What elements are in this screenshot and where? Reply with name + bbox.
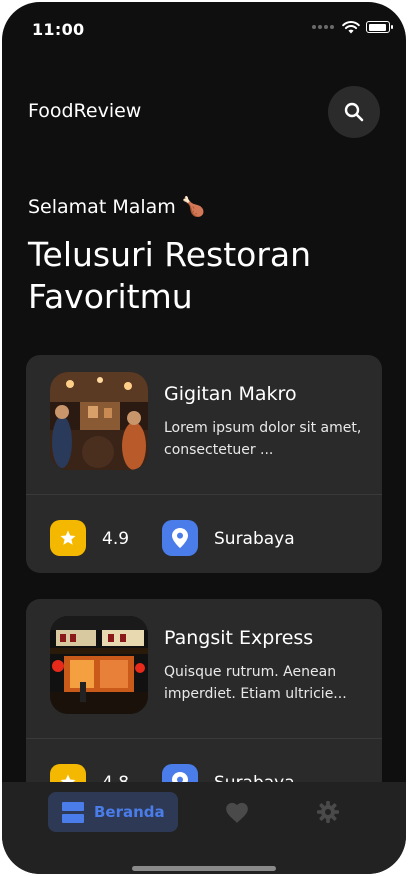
drumstick-icon: 🍗 [181,196,206,218]
nav-favorites-tab[interactable] [224,800,250,828]
search-icon [344,102,364,122]
card-divider [26,494,382,495]
restaurant-image [50,372,148,470]
restaurant-card[interactable]: Gigitan Makro Lorem ipsum dolor sit amet… [26,355,382,573]
heart-icon [226,802,248,823]
phone-screen: 11:00 FoodReview Selamat Malam 🍗 Telusuri… [2,2,406,874]
wifi-icon [342,21,360,34]
restaurant-name: Gigitan Makro [164,383,297,405]
page-headline: Telusuri Restoran Favoritmu [28,235,312,316]
restaurant-city: Surabaya [214,529,295,549]
nav-settings-tab[interactable] [316,800,340,828]
star-icon [60,530,76,545]
greeting: Selamat Malam 🍗 [28,195,205,218]
search-button[interactable] [328,86,380,138]
star-badge [50,520,86,556]
bottom-navigation: Beranda [2,782,406,874]
home-indicator[interactable] [132,866,276,871]
nav-home-tab[interactable]: Beranda [48,792,178,832]
location-badge [162,520,198,556]
battery-icon [366,21,393,33]
restaurant-image [50,616,148,714]
restaurant-name: Pangsit Express [164,627,314,649]
restaurant-rating: 4.9 [102,529,130,549]
status-bar: 11:00 [2,2,406,52]
home-icon [62,801,84,823]
app-title: FoodReview [28,100,142,122]
restaurant-description: Quisque rutrum. Aenean imperdiet. Etiam … [164,664,347,702]
signal-dots-icon [312,25,334,29]
restaurant-description: Lorem ipsum dolor sit amet, consectetuer… [164,420,362,458]
nav-home-label: Beranda [94,803,165,821]
location-pin-icon [172,528,188,548]
greeting-text: Selamat Malam [28,196,176,218]
card-divider [26,738,382,739]
status-time: 11:00 [32,20,85,39]
status-icons [312,20,393,34]
gear-icon [317,801,339,823]
